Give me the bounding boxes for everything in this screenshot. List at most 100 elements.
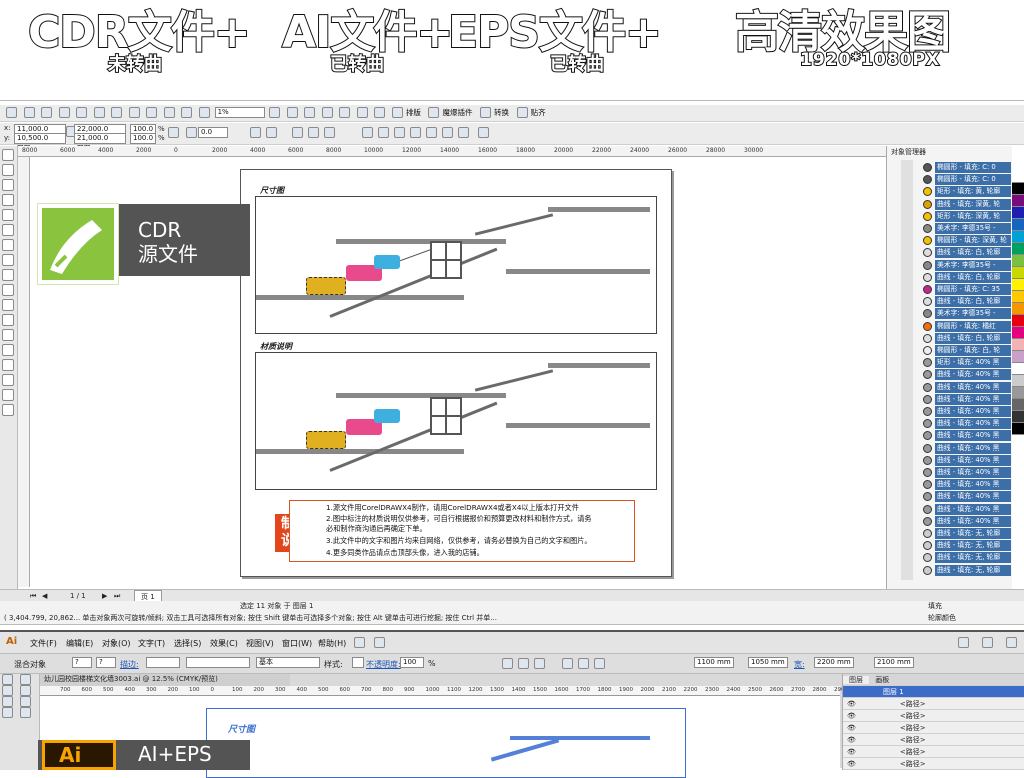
object-row[interactable]: 美术字: 李德35号 -: [935, 308, 1011, 320]
object-row[interactable]: 椭圆形 - 填充: C: 0: [935, 162, 1011, 173]
ai-horizontal-ruler[interactable]: 700 600 500 400 300 200 100 0 100 200 300 400 500 600…: [40, 686, 848, 696]
paste-icon[interactable]: [111, 107, 123, 118]
crop-tool-icon[interactable]: [2, 179, 14, 191]
pen-tool-icon[interactable]: [2, 696, 13, 707]
color-swatch[interactable]: [1012, 339, 1024, 351]
object-row[interactable]: 椭圆形 - 填充: 橘红: [935, 320, 1011, 332]
launcher-icon[interactable]: [199, 107, 211, 118]
menu-item[interactable]: 文件(F): [30, 638, 57, 649]
variable-width-field[interactable]: [186, 657, 250, 668]
selection-tool-icon[interactable]: [2, 674, 13, 685]
object-row[interactable]: 曲线 - 填充: 40% 黑: [935, 430, 1011, 442]
color-swatch[interactable]: [1012, 363, 1024, 375]
align-center-icon[interactable]: [518, 658, 529, 669]
document-page[interactable]: 尺寸图 材质说明 1.源文件用CorelDRAWX4制作，请用CorelDRAW…: [240, 169, 672, 577]
back-minus-front-icon[interactable]: [442, 127, 453, 138]
zoom-all-icon[interactable]: [321, 107, 333, 118]
path-row[interactable]: 👁 <路径>: [843, 722, 1024, 734]
interactive-fill-icon[interactable]: [2, 404, 14, 416]
object-row[interactable]: 曲线 - 填充: 40% 黑: [935, 454, 1011, 466]
magic-wand-icon[interactable]: [2, 685, 13, 696]
y-field[interactable]: 1050 mm: [748, 657, 788, 668]
color-swatch[interactable]: [1012, 303, 1024, 315]
object-row[interactable]: 曲线 - 填充: 白, 轮廓: [935, 271, 1011, 283]
menu-item[interactable]: 效果(C): [210, 638, 238, 649]
h-field[interactable]: 2100 mm: [874, 657, 914, 668]
menu-item[interactable]: 编辑(E): [66, 638, 93, 649]
vertical-ruler[interactable]: [18, 157, 30, 587]
object-row[interactable]: 曲线 - 填充: 白, 轮廓: [935, 332, 1011, 344]
print-icon[interactable]: [58, 107, 70, 118]
object-row[interactable]: 曲线 - 填充: 40% 黑: [935, 491, 1011, 503]
width-label[interactable]: 宽:: [794, 659, 805, 670]
menu-item[interactable]: 视图(V): [246, 638, 274, 649]
stroke-swatch[interactable]: ?: [96, 657, 116, 668]
color-swatch[interactable]: [1012, 255, 1024, 267]
bridge-icon[interactable]: [354, 637, 365, 648]
fill-tool-icon[interactable]: [2, 389, 14, 401]
zoom-tool-icon[interactable]: [2, 194, 14, 206]
minimize-icon[interactable]: [958, 637, 969, 648]
fill-swatch[interactable]: ?: [72, 657, 92, 668]
visibility-eye-icon[interactable]: 👁: [847, 700, 856, 708]
object-row[interactable]: 椭圆形 - 填充: 白, 轮: [935, 345, 1011, 356]
color-swatch[interactable]: [1012, 315, 1024, 327]
line-tool-icon[interactable]: [2, 707, 13, 718]
path-row[interactable]: 👁 <路径>: [843, 734, 1024, 746]
cut-icon[interactable]: [76, 107, 88, 118]
freehand-tool-icon[interactable]: [2, 209, 14, 221]
object-row[interactable]: 曲线 - 填充: 40% 黑: [935, 406, 1011, 417]
mirror-h-icon[interactable]: [250, 127, 261, 138]
trim-icon[interactable]: [378, 127, 389, 138]
x-field[interactable]: 1100 mm: [694, 657, 734, 668]
object-row[interactable]: 矩形 - 填充: 黄, 轮廓: [935, 186, 1011, 198]
scale-y-field[interactable]: 100.0: [130, 133, 156, 144]
menu-item[interactable]: 选择(S): [174, 638, 201, 649]
ungroup-icon[interactable]: [308, 127, 319, 138]
ellipse-tool-icon[interactable]: [2, 254, 14, 266]
arrange-docs-icon[interactable]: [374, 637, 385, 648]
simplify-icon[interactable]: [410, 127, 421, 138]
color-swatch[interactable]: [1012, 375, 1024, 387]
zoom-level-field[interactable]: 1%: [214, 107, 265, 118]
visibility-eye-icon[interactable]: 👁: [847, 724, 856, 732]
connector-tool-icon[interactable]: [2, 329, 14, 341]
visibility-eye-icon[interactable]: 👁: [847, 736, 856, 744]
object-row[interactable]: 曲线 - 填充: 40% 黑: [935, 442, 1011, 454]
visibility-eye-icon[interactable]: 👁: [847, 748, 856, 756]
color-swatch[interactable]: [1012, 351, 1024, 363]
object-row[interactable]: 美术字: 李德35号 -: [935, 259, 1011, 271]
object-row[interactable]: 曲线 - 填充: 40% 黑: [935, 503, 1011, 515]
path-row[interactable]: 👁 <路径>: [843, 758, 1024, 770]
object-row[interactable]: 美术字: 李德35号 -: [935, 223, 1011, 234]
object-row[interactable]: 曲线 - 填充: 40% 黑: [935, 467, 1011, 478]
lock-ratio-icon[interactable]: [168, 127, 179, 138]
style-field[interactable]: [352, 657, 364, 668]
undo-icon[interactable]: [128, 107, 140, 118]
plugin-icon[interactable]: [428, 107, 440, 118]
convert-button[interactable]: 转换: [494, 108, 509, 117]
color-swatch[interactable]: [1012, 327, 1024, 339]
zoom-selected-icon[interactable]: [304, 107, 316, 118]
size-drawing-section[interactable]: 尺寸图: [255, 186, 657, 334]
color-swatch[interactable]: [1012, 219, 1024, 231]
menu-item[interactable]: 对象(O): [102, 638, 131, 649]
object-row[interactable]: 椭圆形 - 填充: 深黄, 轮: [935, 235, 1011, 247]
open-file-icon[interactable]: [23, 107, 35, 118]
restore-icon[interactable]: [982, 637, 993, 648]
layout-icon[interactable]: [391, 107, 403, 118]
object-row[interactable]: 曲线 - 填充: 40% 黑: [935, 479, 1011, 491]
horizontal-ruler[interactable]: 8000 6000 4000 2000 0 2000 4000 6000 8000 10000 12…: [18, 146, 886, 157]
object-row[interactable]: 曲线 - 填充: 40% 黑: [935, 381, 1011, 393]
align-left-icon[interactable]: [502, 658, 513, 669]
color-swatch[interactable]: [1012, 183, 1024, 195]
pan-icon[interactable]: [374, 107, 386, 118]
save-icon[interactable]: [41, 107, 53, 118]
color-swatch[interactable]: [1012, 387, 1024, 399]
color-swatch[interactable]: [1012, 207, 1024, 219]
object-row[interactable]: 曲线 - 填充: 白, 轮廓: [935, 296, 1011, 308]
visibility-eye-icon[interactable]: 👁: [847, 712, 856, 720]
menu-item[interactable]: 窗口(W): [282, 638, 312, 649]
opacity-field[interactable]: 100: [400, 657, 424, 668]
opacity-label[interactable]: 不透明度:: [366, 659, 401, 670]
